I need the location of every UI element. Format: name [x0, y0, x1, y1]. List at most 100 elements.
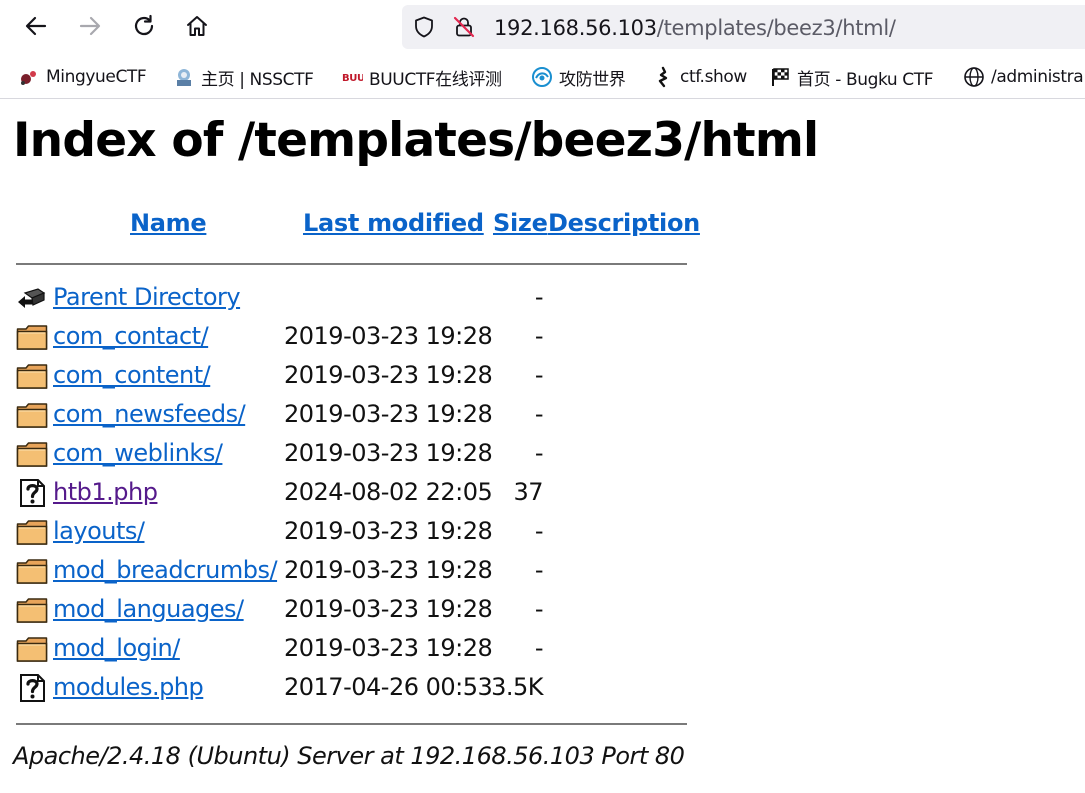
entry-last-modified: 2019-03-23 19:28	[284, 556, 493, 584]
bookmark-label: ctf.show	[680, 67, 747, 87]
entry-last-modified: 2019-03-23 19:28	[284, 439, 493, 467]
shield-icon[interactable]	[412, 15, 436, 39]
entry-size: -	[534, 634, 544, 662]
entry-link[interactable]: com_contact/	[53, 322, 209, 350]
bookmark-label: MingyueCTF	[46, 67, 147, 87]
entry-last-modified: 2019-03-23 19:28	[284, 400, 493, 428]
folder-icon	[16, 518, 48, 546]
folder-icon	[16, 557, 48, 585]
forward-button[interactable]	[72, 8, 108, 44]
bookmark-adworld[interactable]: 攻防世界	[531, 64, 626, 90]
entry-link[interactable]: mod_breadcrumbs/	[53, 556, 278, 584]
folder-icon	[16, 401, 48, 429]
arrow-left-icon	[25, 16, 47, 36]
bookmark-label: /administra	[991, 67, 1084, 87]
globe-icon	[964, 67, 984, 87]
ctfshow-icon	[658, 66, 668, 88]
server-signature: Apache/2.4.18 (Ubuntu) Server at 192.168…	[13, 742, 685, 770]
browser-toolbar: 192.168.56.103/templates/beez3/html/	[0, 0, 1085, 56]
bugku-icon	[772, 68, 789, 86]
entry-link[interactable]: layouts/	[53, 517, 145, 545]
url-text[interactable]: 192.168.56.103/templates/beez3/html/	[494, 16, 896, 40]
entry-size: -	[534, 400, 544, 428]
footer-divider	[16, 723, 687, 725]
entry-size: -	[534, 322, 544, 350]
parent-directory-icon	[16, 284, 48, 312]
entry-link[interactable]: com_content/	[53, 361, 211, 389]
folder-icon	[16, 596, 48, 624]
bookmark-buuctf[interactable]: BUU BUUCTF在线评测	[341, 64, 502, 90]
home-button[interactable]	[179, 8, 215, 44]
entry-link[interactable]: com_newsfeeds/	[53, 400, 246, 428]
entry-last-modified: 2017-04-26 00:53	[284, 673, 493, 701]
bookmark-nssctf[interactable]: 主页 | NSSCTF	[173, 64, 314, 90]
table-row: mod_login/2019-03-23 19:28 -	[16, 632, 688, 668]
unknown-file-icon	[16, 674, 48, 702]
entry-size: -	[534, 439, 544, 467]
table-row: mod_breadcrumbs/2019-03-23 19:28 -	[16, 554, 688, 590]
bookmark-label: 攻防世界	[559, 69, 626, 90]
insecure-lock-icon[interactable]	[452, 15, 476, 39]
table-row: htb1.php 2024-08-02 22:05 37	[16, 476, 688, 512]
entry-size: -	[534, 361, 544, 389]
bookmark-label: 主页 | NSSCTF	[201, 69, 314, 90]
column-header-name[interactable]: Name	[130, 209, 207, 237]
address-bar[interactable]: 192.168.56.103/templates/beez3/html/	[402, 5, 1085, 49]
table-row: com_contact/2019-03-23 19:28 -	[16, 320, 688, 356]
entry-link[interactable]: com_weblinks/	[53, 439, 223, 467]
column-header-description[interactable]: Description	[548, 209, 700, 237]
table-row: com_weblinks/2019-03-23 19:28 -	[16, 437, 688, 473]
svg-text:BUU: BUU	[342, 73, 363, 84]
bookmark-ctfshow[interactable]: ctf.show	[652, 64, 747, 90]
entry-size: -	[534, 556, 544, 584]
entry-last-modified: 2019-03-23 19:28	[284, 517, 493, 545]
table-row: com_newsfeeds/2019-03-23 19:28 -	[16, 398, 688, 434]
column-header-size[interactable]: Size	[493, 209, 548, 237]
reload-button[interactable]	[126, 8, 162, 44]
bookmark-label: BUUCTF在线评测	[369, 69, 502, 90]
nssctf-icon	[177, 69, 191, 86]
entry-last-modified: 2024-08-02 22:05	[284, 478, 493, 506]
url-host: 192.168.56.103	[494, 16, 657, 40]
adworld-icon	[532, 67, 552, 87]
entry-size: 3.5K	[491, 673, 543, 701]
entry-link[interactable]: modules.php	[53, 673, 204, 701]
entry-size: -	[534, 517, 544, 545]
entry-last-modified: 2019-03-23 19:28	[284, 322, 493, 350]
entry-size: -	[534, 595, 544, 623]
arrow-right-icon	[79, 16, 101, 36]
entry-link[interactable]: htb1.php	[53, 478, 158, 506]
bookmark-administrator[interactable]: /administra	[963, 64, 1084, 90]
entry-link[interactable]: mod_languages/	[53, 595, 244, 623]
column-header-last-modified[interactable]: Last modified	[303, 209, 484, 237]
bookmark-bugku[interactable]: 首页 - Bugku CTF	[769, 64, 934, 90]
folder-icon	[16, 323, 48, 351]
home-icon	[187, 16, 207, 36]
table-row: mod_languages/2019-03-23 19:28 -	[16, 593, 688, 629]
folder-icon	[16, 362, 48, 390]
entry-size: 37	[513, 478, 543, 506]
table-row: layouts/2019-03-23 19:28 -	[16, 515, 688, 551]
page-title: Index of /templates/beez3/html	[13, 113, 819, 168]
bookmarks-toolbar: MingyueCTF 主页 | NSSCTF BUU BUUCTF在线评测 攻防…	[0, 56, 1085, 99]
url-path: /templates/beez3/html/	[656, 16, 896, 40]
mingyue-icon	[21, 71, 36, 85]
table-row: modules.php 2017-04-26 00:53 3.5K	[16, 671, 688, 707]
entry-last-modified: 2019-03-23 19:28	[284, 361, 493, 389]
header-divider	[16, 263, 687, 265]
folder-icon	[16, 440, 48, 468]
entry-size: -	[534, 283, 544, 311]
bookmark-mingyuectf[interactable]: MingyueCTF	[18, 64, 147, 90]
bookmark-label: 首页 - Bugku CTF	[797, 69, 934, 90]
reload-icon	[134, 14, 154, 36]
entry-link[interactable]: Parent Directory	[53, 283, 241, 311]
table-row: com_content/2019-03-23 19:28 -	[16, 359, 688, 395]
entry-last-modified: 2019-03-23 19:28	[284, 595, 493, 623]
unknown-file-icon	[16, 479, 48, 507]
buuctf-icon: BUU	[342, 73, 363, 84]
entry-last-modified: 2019-03-23 19:28	[284, 634, 493, 662]
folder-icon	[16, 635, 48, 663]
entry-link[interactable]: mod_login/	[53, 634, 180, 662]
table-row: Parent Directory -	[16, 281, 688, 317]
back-button[interactable]	[18, 8, 54, 44]
